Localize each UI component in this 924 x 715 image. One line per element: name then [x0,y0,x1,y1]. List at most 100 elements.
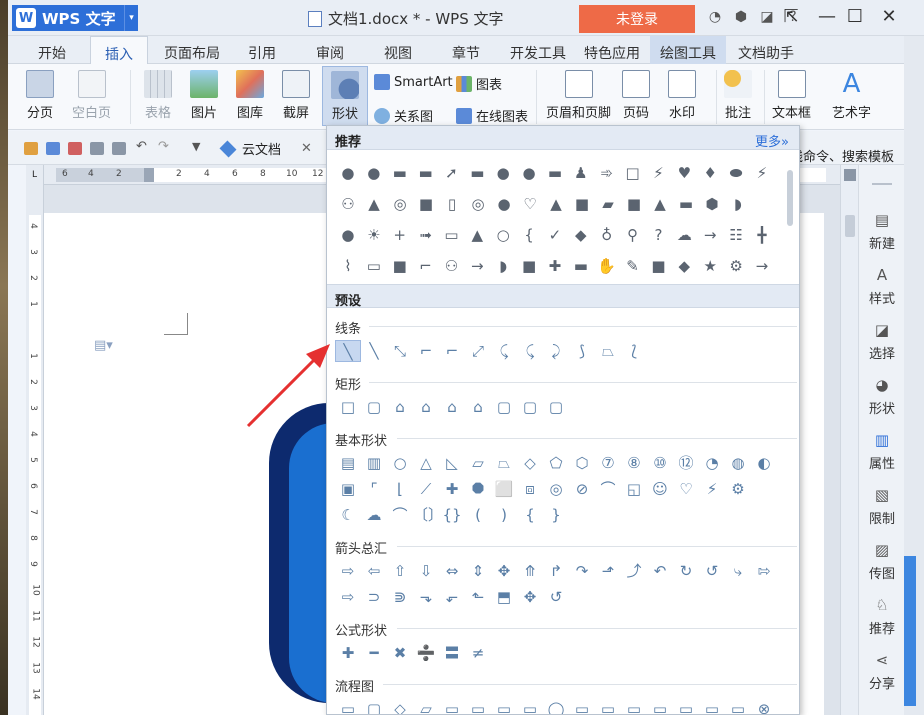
shape-option[interactable]: ✚ [542,259,568,274]
shape-option[interactable]: ◺ [439,452,465,474]
indent-marker[interactable] [144,168,154,182]
shape-option[interactable]: ⤡ [387,340,413,362]
save-icon[interactable] [46,142,60,155]
tab-developer[interactable]: 开发工具 [510,43,566,63]
shape-option[interactable]: ⌂ [439,396,465,418]
shape-option[interactable]: ✋ [594,259,620,274]
picture-button[interactable]: 图片 [190,64,218,121]
table-button[interactable]: 表格 [144,64,172,121]
shape-option[interactable]: ⬎ [413,586,439,608]
feedback-icon[interactable]: ◪ [758,9,776,25]
tab-doc-assistant[interactable]: 文档助手 [738,43,794,63]
online-chart-button[interactable]: 在线图表 [456,106,528,125]
dropdown-scrollbar[interactable] [787,170,793,226]
maximize-button[interactable]: ☐ [842,6,868,27]
blank-page-button[interactable]: 空白页 [72,64,111,121]
shape-option[interactable]: ▭ [569,698,595,714]
shape-option[interactable]: ● [361,166,387,181]
shape-option[interactable]: ▱ [465,452,491,474]
shape-option[interactable]: ⯃ [465,478,491,500]
shape-option[interactable]: ▬ [387,166,413,181]
undo-icon[interactable]: ↶ [136,139,150,154]
shape-option[interactable]: ▣ [335,478,361,500]
shape-option[interactable]: ◎ [387,197,413,212]
shape-option[interactable]: ⟅ [621,340,647,362]
shape-option[interactable]: ● [335,166,361,181]
shape-option[interactable]: ▲ [543,197,569,212]
shape-option[interactable]: ▥ [361,452,387,474]
print-preview-icon[interactable] [112,142,126,155]
shape-option[interactable]: ◱ [621,478,647,500]
shape-option[interactable]: ◇ [517,452,543,474]
shape-option[interactable]: ☁ [671,228,697,243]
shape-option[interactable]: ♡ [673,478,699,500]
shape-option[interactable]: ▭ [335,698,361,714]
shape-option[interactable]: ⚡ [749,166,775,181]
shape-option[interactable]: ⊃ [361,586,387,608]
shape-option[interactable]: ▢ [517,396,543,418]
shape-option[interactable]: ◍ [725,452,751,474]
vertical-scrollbar[interactable] [840,165,858,715]
shape-option[interactable]: ▬ [673,197,699,212]
shape-option[interactable]: ⊘ [569,478,595,500]
shape-option[interactable]: 〔〕 [413,504,443,526]
shape-option[interactable]: ▲ [647,197,673,212]
shape-option[interactable]: ⌂ [413,396,439,418]
shape-option[interactable]: ◗ [490,259,516,274]
chevron-down-icon[interactable]: ▾ [124,5,138,31]
shape-option[interactable]: ↻ [673,560,699,582]
shape-option[interactable]: ⬡ [569,452,595,474]
shape-option[interactable]: ⌒ [387,504,413,526]
shape-option[interactable]: ▬ [464,166,490,181]
tab-stop-selector[interactable]: L [26,165,44,185]
shape-option[interactable]: ▢ [361,698,387,714]
shape-option[interactable]: ⬒ [491,586,517,608]
shape-option[interactable]: ▭ [517,698,543,714]
shape-option[interactable]: ( [465,504,491,526]
shape-option[interactable]: ⌒ [595,478,621,500]
close-tab-icon[interactable]: ✕ [301,141,312,156]
search-template-link[interactable]: 线命令、搜索模板 [790,146,894,165]
restore-ribbon-icon[interactable]: ⇱ [778,6,804,27]
shape-option[interactable]: → [464,259,490,274]
shape-option[interactable]: ⌇ [335,259,361,274]
shape-option[interactable]: ▯ [439,197,465,212]
sidebar-item-properties[interactable]: ▥ 属性 [859,431,905,472]
tab-references[interactable]: 引用 [248,43,276,63]
shape-option[interactable]: ⑫ [673,452,699,474]
shape-option[interactable]: ▭ [439,698,465,714]
tab-review[interactable]: 审阅 [316,43,344,63]
close-button[interactable]: ✕ [876,6,902,27]
shape-option[interactable]: {} [439,504,465,526]
shape-option[interactable]: } [543,504,569,526]
shape-option[interactable]: ≠ [465,642,491,664]
shape-option[interactable]: ▭ [491,698,517,714]
minimize-button[interactable]: — [814,6,840,27]
shape-option[interactable]: ♁ [594,228,620,243]
shape-option[interactable]: ↺ [699,560,725,582]
shape-option[interactable]: ○ [490,228,516,243]
shape-option[interactable]: → [749,259,775,274]
page-number-button[interactable]: 页码 [622,64,650,121]
tab-page-layout[interactable]: 页面布局 [164,43,220,63]
relation-chart-button[interactable]: 关系图 [374,106,433,125]
shape-option[interactable]: ⚡ [699,478,725,500]
shape-option[interactable]: ↶ [647,560,673,582]
textbox-button[interactable]: 文本框 [772,64,811,121]
scroll-options-icon[interactable] [844,169,856,181]
shape-option[interactable]: ⌂ [465,396,491,418]
shape-option[interactable]: ⧈ [517,478,543,500]
shape-option[interactable]: ▭ [595,698,621,714]
shape-option[interactable]: ⚡ [646,166,672,181]
shape-option[interactable]: ■ [516,259,542,274]
shape-option[interactable]: ⏢ [491,452,517,474]
shape-option[interactable]: ■ [387,259,413,274]
shape-option[interactable]: ◗ [725,197,751,212]
shape-option[interactable]: ⌜ [361,478,387,500]
export-pdf-icon[interactable] [68,142,82,155]
shape-option[interactable]: ➾ [594,166,620,181]
shape-option[interactable]: ⌊ [387,478,413,500]
shape-option[interactable]: ⇨ [335,586,361,608]
shape-option[interactable]: ⬠ [543,452,569,474]
tab-insert[interactable]: 插入 [90,36,148,65]
